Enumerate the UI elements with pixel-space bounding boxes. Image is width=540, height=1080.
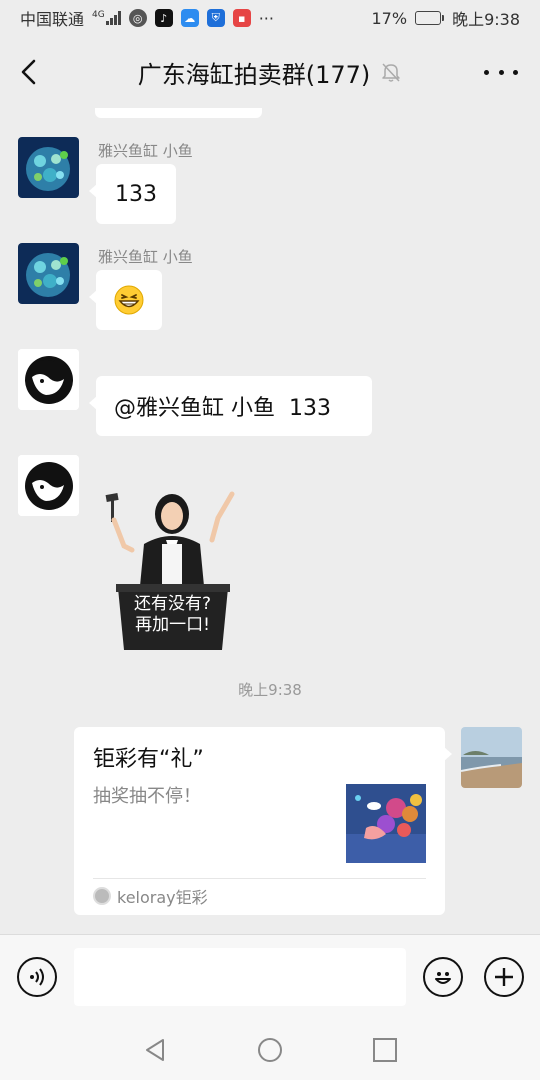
signal-bars-icon	[105, 11, 121, 25]
avatar-logo[interactable]	[18, 349, 79, 410]
square-recents-icon[interactable]	[371, 1036, 399, 1064]
shared-link-card[interactable]: 钜彩有“礼” 抽奖抽不停！ keloray钜彩	[74, 727, 452, 915]
card-source-label: keloray钜彩	[117, 888, 208, 907]
sticker-line: 还有没有?	[133, 594, 212, 614]
red-app-icon: ▪	[232, 9, 251, 27]
message-bubble[interactable]: @雅兴鱼缸 小鱼 133	[89, 376, 372, 436]
timestamp: 晚上9:38	[238, 681, 302, 699]
input-bar	[0, 934, 540, 1018]
browser-app-icon: ◎	[128, 9, 147, 27]
circle-home-icon[interactable]	[256, 1036, 284, 1064]
source-app-icon	[93, 887, 111, 905]
message-input[interactable]	[74, 948, 406, 1006]
chat-title: 广东海缸拍卖群(177)	[137, 60, 371, 89]
more-dots-icon[interactable]	[484, 58, 518, 86]
back-arrow-icon[interactable]	[16, 58, 44, 86]
status-right: 17% 晚上9:38	[372, 6, 521, 30]
message-text: 133	[115, 181, 157, 207]
message-list[interactable]: 雅兴鱼缸 小鱼 133 雅兴鱼缸 小鱼 @雅兴鱼缸 小鱼 133 还有没有? 再…	[0, 108, 540, 934]
card-source: keloray钜彩	[93, 884, 208, 908]
chat-header: 广东海缸拍卖群(177)	[0, 36, 540, 108]
previous-message-bubble	[95, 108, 262, 118]
system-navigation-bar	[0, 1018, 540, 1080]
bell-muted-icon	[382, 63, 401, 82]
carrier-label: 中国联通	[20, 10, 85, 29]
my-avatar[interactable]	[461, 727, 522, 788]
status-time: 晚上9:38	[452, 10, 520, 29]
auction-sticker[interactable]: 还有没有? 再加一口!	[100, 484, 245, 652]
network-type-label: 4G	[92, 10, 105, 20]
title-group: 广东海缸拍卖群(177)	[0, 36, 540, 108]
signal-indicator: 4G	[92, 11, 121, 25]
message-bubble[interactable]: 133	[89, 164, 176, 224]
cloud-app-icon: ☁	[180, 9, 199, 27]
avatar-coral[interactable]	[18, 137, 79, 198]
avatar-coral[interactable]	[18, 243, 79, 304]
tiktok-app-icon: ♪	[154, 9, 173, 27]
sender-name: 雅兴鱼缸 小鱼	[98, 142, 193, 160]
card-divider	[93, 878, 426, 879]
message-bubble[interactable]	[89, 270, 162, 330]
battery-icon	[415, 11, 445, 25]
card-thumbnail	[346, 784, 426, 863]
message-text: @雅兴鱼缸 小鱼 133	[114, 396, 331, 421]
sticker-line: 再加一口!	[135, 615, 210, 635]
shield-app-icon: ⛨	[206, 9, 225, 27]
sender-name: 雅兴鱼缸 小鱼	[98, 248, 193, 266]
emoji-smile-icon[interactable]	[423, 957, 463, 997]
grin-emoji-icon	[114, 285, 144, 315]
more-notifications-indicator: ···	[258, 8, 274, 28]
status-left: 中国联通 4G ◎ ♪ ☁ ⛨ ▪ ···	[20, 6, 274, 30]
status-bar: 中国联通 4G ◎ ♪ ☁ ⛨ ▪ ··· 17% 晚上9:38	[0, 0, 540, 36]
voice-icon[interactable]	[17, 957, 57, 997]
battery-percent: 17%	[371, 8, 408, 28]
card-description: 抽奖抽不停！	[93, 786, 201, 807]
sticker-caption: 还有没有? 再加一口!	[100, 594, 245, 636]
avatar-logo[interactable]	[18, 455, 79, 516]
plus-icon[interactable]	[484, 957, 524, 997]
chat-screen: 中国联通 4G ◎ ♪ ☁ ⛨ ▪ ··· 17% 晚上9:38 广东海缸拍卖群…	[0, 0, 540, 1080]
triangle-back-icon[interactable]	[141, 1036, 169, 1064]
card-title: 钜彩有“礼”	[93, 747, 204, 772]
